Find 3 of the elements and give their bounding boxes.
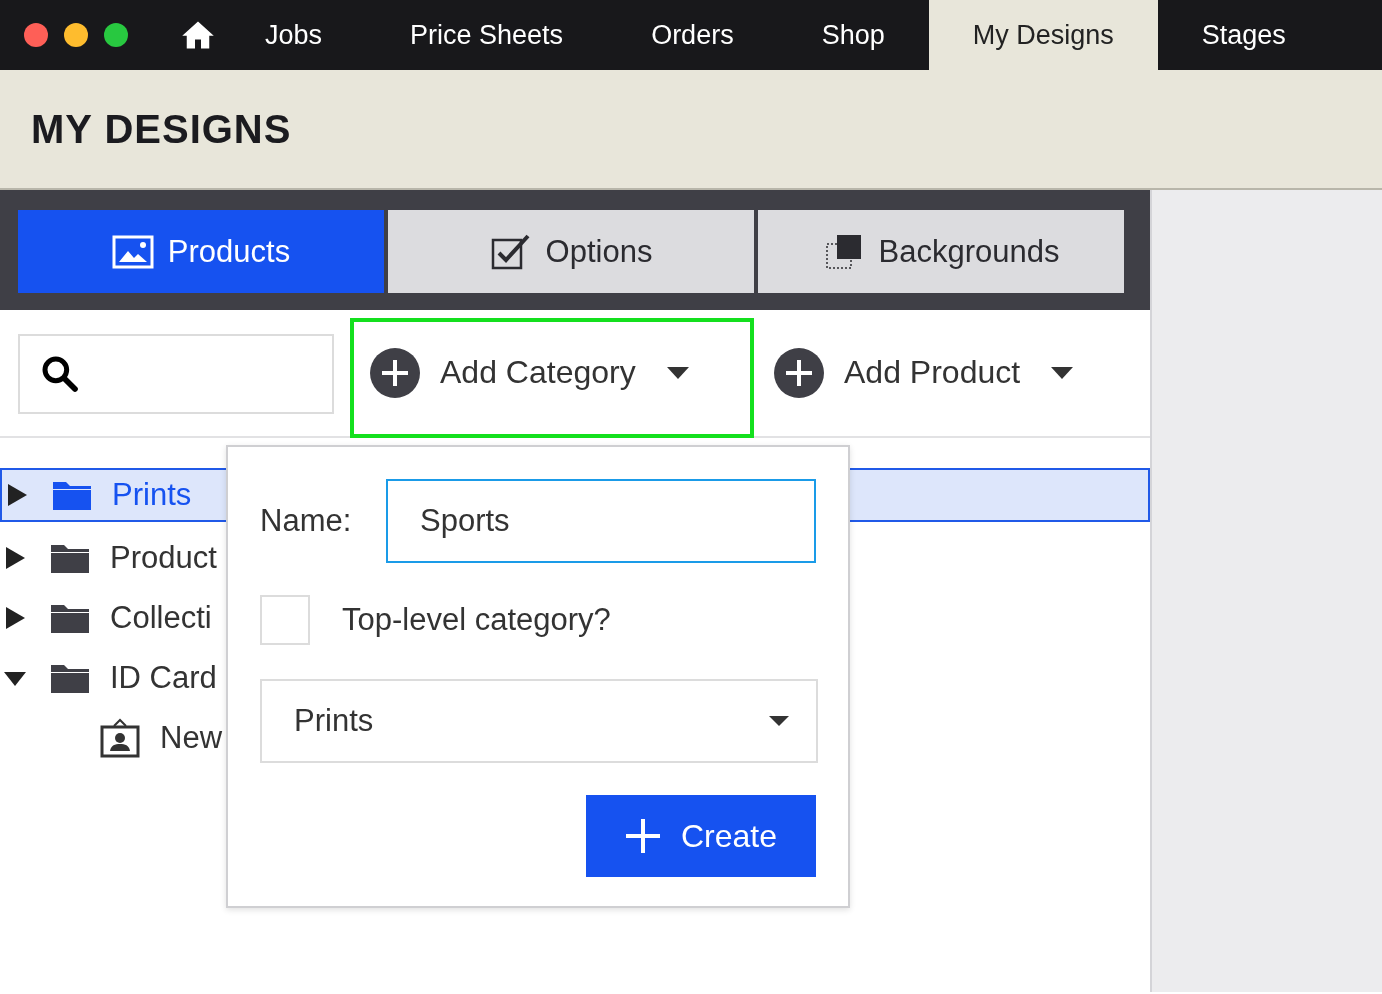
name-label: Name:	[260, 503, 353, 539]
checkbox-label: Top-level category?	[342, 602, 611, 638]
page-title: MY DESIGNS	[31, 106, 292, 152]
